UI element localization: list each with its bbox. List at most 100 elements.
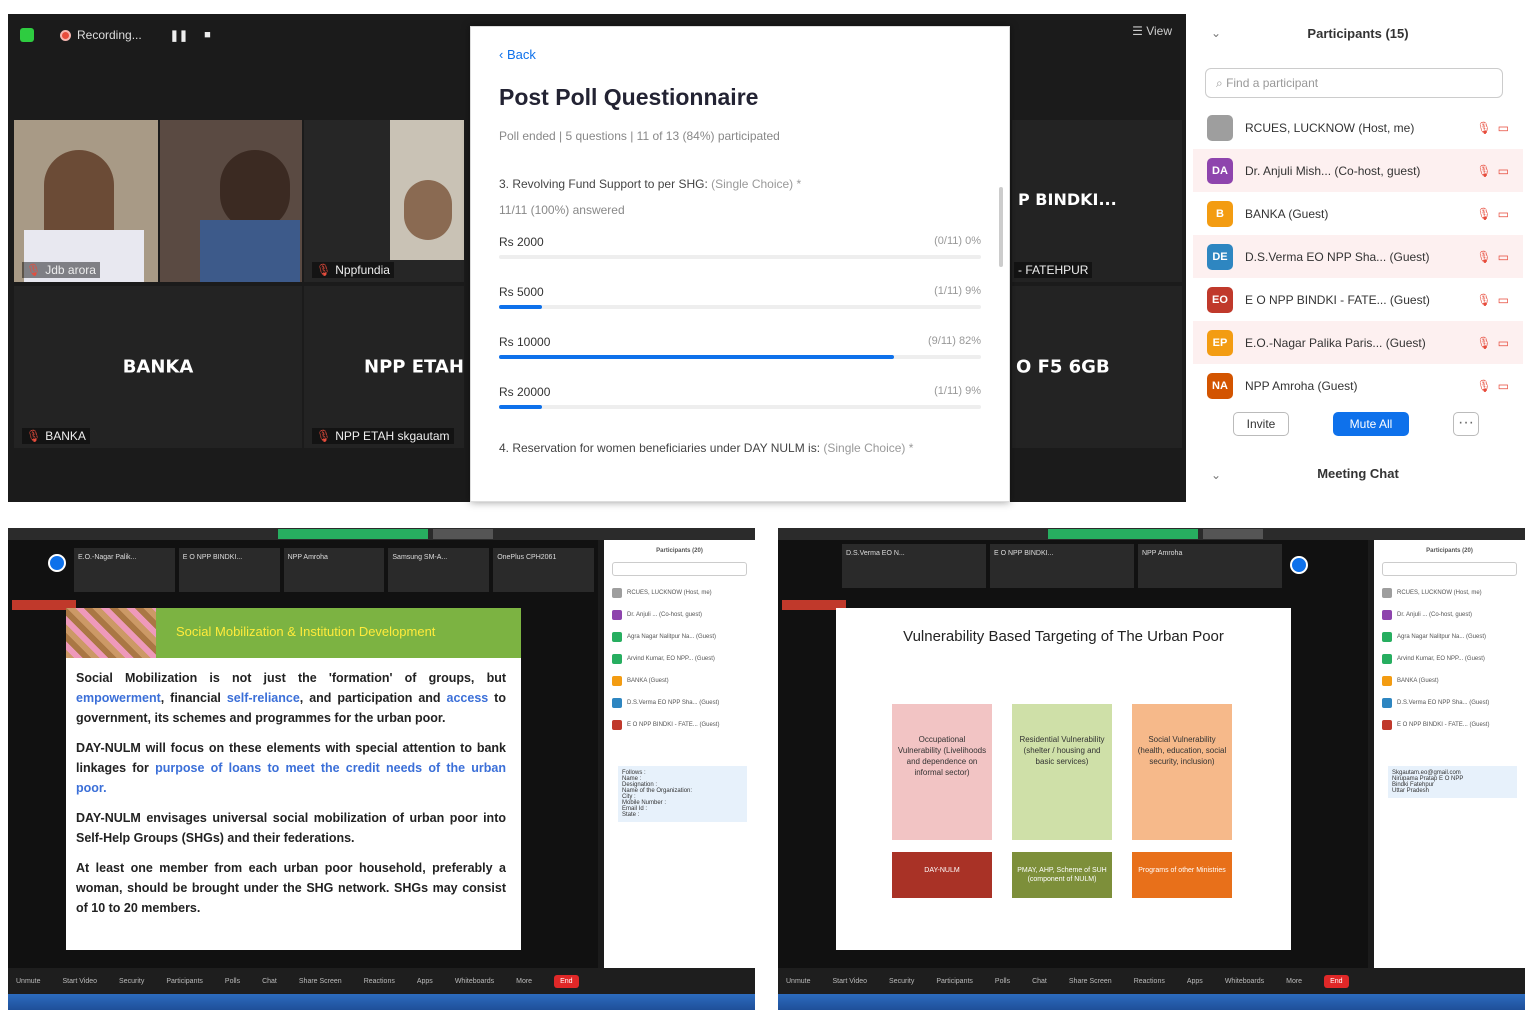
video-tile[interactable]: O F5 6GB [1012, 286, 1182, 448]
video-tile[interactable] [160, 120, 302, 282]
toolbar-more-button[interactable]: More [1286, 978, 1302, 985]
participant-row[interactable]: Dr. Anjuli ... (Co-host, guest) [1374, 604, 1525, 626]
toolbar-participants-button[interactable]: Participants [166, 978, 203, 985]
participant-search-input[interactable]: ⌕ Find a participant [1205, 68, 1503, 98]
mic-muted-icon[interactable]: 🎙 [1476, 207, 1491, 221]
participant-row[interactable]: DE D.S.Verma EO NPP Sha... (Guest) 🎙 ▭ [1193, 235, 1523, 278]
toolbar-participants-button[interactable]: Participants [936, 978, 973, 985]
thumbnail-tile[interactable]: NPP Amroha [283, 548, 385, 592]
participant-row[interactable]: D.S.Verma EO NPP Sha... (Guest) [1374, 692, 1525, 714]
toolbar-whiteboards-button[interactable]: Whiteboards [455, 978, 494, 985]
thumbnail-tile[interactable]: NPP Amroha [1138, 544, 1282, 588]
participant-search-input[interactable] [612, 562, 747, 576]
participant-row[interactable]: Agra Nagar Nalitpur Na... (Guest) [604, 626, 755, 648]
toolbar-start-video-button[interactable]: Start Video [63, 978, 98, 985]
toolbar-polls-button[interactable]: Polls [225, 978, 240, 985]
toolbar-chat-button[interactable]: Chat [1032, 978, 1047, 985]
participant-row[interactable]: Dr. Anjuli ... (Co-host, guest) [604, 604, 755, 626]
poll-option-bar [499, 305, 543, 309]
poll-option-value: (0/11) 0% [934, 235, 981, 247]
video-tile[interactable]: 🎙 Jdb arora [14, 120, 158, 282]
view-button[interactable]: ☰ View [1132, 24, 1172, 38]
participant-row[interactable]: DA Dr. Anjuli Mish... (Co-host, guest) 🎙 ▭ [1193, 149, 1523, 192]
mic-muted-icon[interactable]: 🎙 [1476, 336, 1491, 350]
participant-name: D.S.Verma EO NPP Sha... (Guest) [1397, 700, 1490, 706]
poll-options: Rs 2000 (0/11) 0% Rs 5000 (1/11) 9% Rs 10000… [499, 235, 981, 417]
more-options-button[interactable]: ··· [1453, 412, 1479, 436]
back-button[interactable]: ‹ Back [499, 47, 981, 62]
thumbnail-tile[interactable]: E O NPP BINDKI... [990, 544, 1134, 588]
video-tile[interactable]: NPP ETAH 🎙 NPP ETAH skgautam [304, 286, 464, 448]
thumbnail-tile[interactable]: E O NPP BINDKI... [178, 548, 280, 592]
end-meeting-button[interactable]: End [554, 974, 579, 988]
participant-row[interactable]: B BANKA (Guest) 🎙 ▭ [1193, 192, 1523, 235]
view-options-button[interactable] [433, 529, 493, 539]
thumbnail-tile[interactable]: E.O.-Nagar Palik... [74, 548, 175, 592]
participant-row[interactable]: NA NPP Amroha (Guest) 🎙 ▭ [1193, 364, 1523, 407]
video-off-icon[interactable]: ▭ [1498, 379, 1509, 393]
toolbar-reactions-button[interactable]: Reactions [364, 978, 395, 985]
nav-left-icon[interactable] [48, 554, 66, 572]
participant-row[interactable]: RCUES, LUCKNOW (Host, me) [1374, 582, 1525, 604]
mic-muted-icon[interactable]: 🎙 [1476, 250, 1491, 264]
video-off-icon[interactable]: ▭ [1498, 336, 1509, 350]
participant-name: RCUES, LUCKNOW (Host, me) [627, 590, 712, 596]
video-tile[interactable]: P BINDKI... - FATEHPUR [1012, 120, 1182, 282]
participant-row[interactable]: Arvind Kumar, EO NPP... (Guest) [1374, 648, 1525, 670]
toolbar-more-button[interactable]: More [516, 978, 532, 985]
participant-row[interactable]: E O NPP BINDKI - FATE... (Guest) [604, 714, 755, 736]
avatar: B [1207, 200, 1233, 227]
video-off-icon[interactable]: ▭ [1498, 121, 1509, 135]
poll-option-track [499, 305, 981, 309]
toolbar-security-button[interactable]: Security [119, 978, 144, 985]
toolbar-apps-button[interactable]: Apps [417, 978, 433, 985]
participant-search-input[interactable] [1382, 562, 1517, 576]
mic-muted-icon[interactable]: 🎙 [1476, 293, 1491, 307]
top-zoom-screenshot: Recording... ❚❚ ■ ☰ View 🎙 Jdb arora 🎙 Npp… [8, 14, 1523, 502]
invite-button[interactable]: Invite [1233, 412, 1289, 436]
poll-scrollbar[interactable] [999, 187, 1003, 267]
participant-row[interactable]: Arvind Kumar, EO NPP... (Guest) [604, 648, 755, 670]
toolbar-whiteboards-button[interactable]: Whiteboards [1225, 978, 1264, 985]
video-off-icon[interactable]: ▭ [1498, 164, 1509, 178]
thumbnail-tile[interactable]: Samsung SM-A... [388, 548, 490, 592]
toolbar-share-screen-button[interactable]: Share Screen [1069, 978, 1112, 985]
toolbar-chat-button[interactable]: Chat [262, 978, 277, 985]
stop-recording-button[interactable]: ■ [204, 29, 211, 41]
chat-message: Skgautam.eo@gmail.com Nirupama Pratap E O… [1388, 766, 1517, 798]
poll-option-bar [499, 355, 895, 359]
program-box: Programs of other Ministries [1132, 852, 1232, 898]
thumbnail-tile[interactable]: D.S.Verma EO N... [842, 544, 986, 588]
toolbar-unmute-button[interactable]: Unmute [786, 978, 811, 985]
participant-row[interactable]: Agra Nagar Nalitpur Na... (Guest) [1374, 626, 1525, 648]
toolbar-unmute-button[interactable]: Unmute [16, 978, 41, 985]
participant-row[interactable]: RCUES, LUCKNOW (Host, me) 🎙 ▭ [1193, 106, 1523, 149]
end-meeting-button[interactable]: End [1324, 974, 1349, 988]
thumbnail-tile[interactable]: OnePlus CPH2061 [493, 548, 594, 592]
mic-muted-icon[interactable]: 🎙 [1476, 379, 1491, 393]
mic-muted-icon[interactable]: 🎙 [1476, 164, 1491, 178]
participant-row[interactable]: BANKA (Guest) [1374, 670, 1525, 692]
mic-muted-icon[interactable]: 🎙 [1476, 121, 1491, 135]
participant-row[interactable]: RCUES, LUCKNOW (Host, me) [604, 582, 755, 604]
toolbar-reactions-button[interactable]: Reactions [1134, 978, 1165, 985]
nav-right-icon[interactable] [1290, 556, 1308, 574]
pause-recording-button[interactable]: ❚❚ [170, 29, 188, 42]
video-off-icon[interactable]: ▭ [1498, 293, 1509, 307]
participant-row[interactable]: EO E O NPP BINDKI - FATE... (Guest) 🎙 ▭ [1193, 278, 1523, 321]
participant-row[interactable]: EP E.O.-Nagar Palika Paris... (Guest) 🎙 ▭ [1193, 321, 1523, 364]
toolbar-polls-button[interactable]: Polls [995, 978, 1010, 985]
participant-row[interactable]: E O NPP BINDKI - FATE... (Guest) [1374, 714, 1525, 736]
participant-row[interactable]: D.S.Verma EO NPP Sha... (Guest) [604, 692, 755, 714]
video-tile[interactable]: 🎙 Nppfundia [304, 120, 464, 282]
toolbar-share-screen-button[interactable]: Share Screen [299, 978, 342, 985]
participant-row[interactable]: BANKA (Guest) [604, 670, 755, 692]
video-off-icon[interactable]: ▭ [1498, 207, 1509, 221]
mute-all-button[interactable]: Mute All [1333, 412, 1409, 436]
view-options-button[interactable] [1203, 529, 1263, 539]
toolbar-security-button[interactable]: Security [889, 978, 914, 985]
toolbar-start-video-button[interactable]: Start Video [833, 978, 868, 985]
toolbar-apps-button[interactable]: Apps [1187, 978, 1203, 985]
video-tile[interactable]: BANKA 🎙 BANKA [14, 286, 302, 448]
video-off-icon[interactable]: ▭ [1498, 250, 1509, 264]
